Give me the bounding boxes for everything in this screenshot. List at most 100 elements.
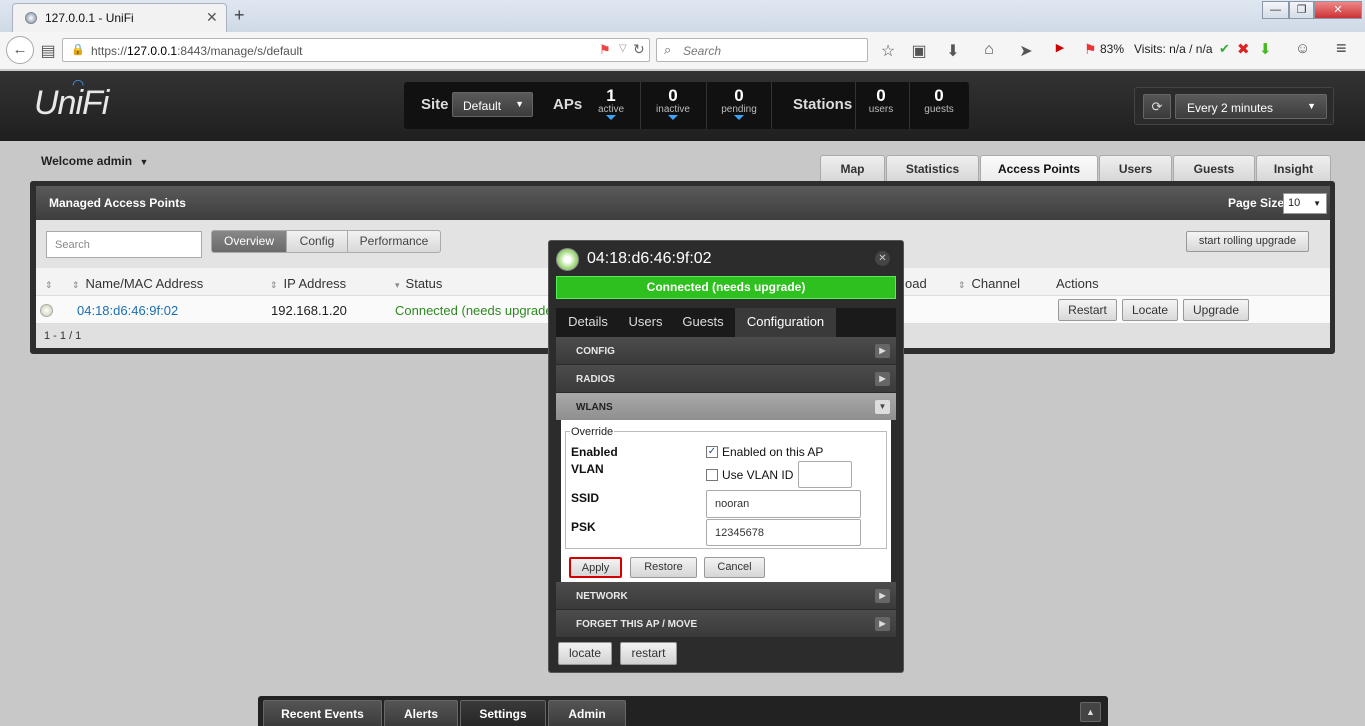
ext-percent: 83% bbox=[1100, 42, 1125, 56]
bookmark-star-icon[interactable]: ☆ bbox=[878, 41, 898, 61]
maximize-window-button[interactable]: ❐ bbox=[1289, 1, 1314, 19]
chevron-right-icon: ▶ bbox=[875, 617, 890, 631]
col-name-mac[interactable]: ⇕ Name/MAC Address bbox=[72, 276, 203, 291]
close-tab-icon[interactable]: ✕ bbox=[206, 9, 218, 26]
col-status[interactable]: ▾ Status bbox=[395, 276, 442, 291]
rolling-upgrade-button[interactable]: start rolling upgrade bbox=[1186, 231, 1309, 252]
tab-access-points[interactable]: Access Points bbox=[980, 155, 1098, 182]
refresh-icon[interactable]: ⟳ bbox=[1143, 94, 1171, 119]
psk-label: PSK bbox=[571, 520, 596, 534]
new-tab-icon[interactable]: + bbox=[234, 5, 245, 26]
stations-label: Stations bbox=[793, 96, 853, 113]
welcome-menu[interactable]: Welcome admin ▼ bbox=[41, 154, 148, 168]
psk-input[interactable]: 12345678 bbox=[706, 519, 861, 546]
popup-locate-button[interactable]: locate bbox=[558, 642, 612, 665]
tab-map[interactable]: Map bbox=[820, 155, 885, 182]
stations-guests-label: guests bbox=[924, 104, 954, 115]
menu-icon[interactable]: ≡ bbox=[1336, 38, 1347, 59]
vlan-checkbox[interactable] bbox=[706, 469, 718, 481]
connection-status-bar: Connected (needs upgrade) bbox=[556, 276, 896, 299]
send-icon[interactable]: ➤ bbox=[1016, 41, 1036, 61]
page-size-select[interactable]: 10 ▼ bbox=[1283, 193, 1327, 214]
tab-alerts[interactable]: Alerts bbox=[384, 700, 458, 726]
stations-users-count[interactable]: 0 bbox=[856, 86, 906, 106]
stations-guests-count[interactable]: 0 bbox=[914, 86, 964, 106]
youtube-icon[interactable]: ▶ bbox=[1050, 41, 1070, 54]
history-icon[interactable]: ▤ bbox=[38, 41, 58, 61]
close-window-button[interactable]: ✕ bbox=[1314, 1, 1362, 19]
enabled-checkbox[interactable]: ✓ bbox=[706, 446, 718, 458]
restart-button[interactable]: Restart bbox=[1058, 299, 1117, 321]
ssid-label: SSID bbox=[571, 491, 600, 505]
section-forget-move[interactable]: FORGET THIS AP / MOVE ▶ bbox=[556, 610, 896, 638]
tab-details[interactable]: Details bbox=[558, 308, 618, 337]
ext-green-icon[interactable]: ✔ bbox=[1219, 41, 1230, 57]
url-bar[interactable]: 🔒 https://127.0.0.1:8443/manage/s/defaul… bbox=[62, 38, 650, 62]
popup-restart-button[interactable]: restart bbox=[620, 642, 677, 665]
tab-users[interactable]: Users bbox=[1099, 155, 1172, 182]
vlan-id-input[interactable] bbox=[798, 461, 852, 488]
aps-inactive-label: inactive bbox=[656, 104, 690, 115]
ext-red-x-icon[interactable]: ✖ bbox=[1237, 40, 1250, 58]
chevron-down-icon: ▼ bbox=[1307, 101, 1316, 111]
upgrade-button[interactable]: Upgrade bbox=[1183, 299, 1249, 321]
tab-users[interactable]: Users bbox=[620, 308, 671, 337]
chevron-right-icon: ▶ bbox=[875, 372, 890, 386]
tab-configuration[interactable]: Configuration bbox=[735, 308, 836, 337]
section-radios[interactable]: RADIOS ▶ bbox=[556, 365, 896, 393]
aps-active-count[interactable]: 1 bbox=[586, 86, 636, 106]
close-icon[interactable]: ✕ bbox=[875, 251, 890, 266]
locate-button[interactable]: Locate bbox=[1122, 299, 1178, 321]
cancel-button[interactable]: Cancel bbox=[704, 557, 765, 578]
tab-insight[interactable]: Insight bbox=[1256, 155, 1331, 182]
browser-search-box[interactable]: ⌕ Search bbox=[656, 38, 868, 62]
restore-button[interactable]: Restore bbox=[630, 557, 697, 578]
col-actions: Actions bbox=[1056, 276, 1099, 291]
tab-admin[interactable]: Admin bbox=[548, 700, 626, 726]
tab-guests[interactable]: Guests bbox=[673, 308, 733, 337]
inactive-arrow-icon bbox=[668, 115, 678, 120]
section-wlans[interactable]: WLANS ▼ bbox=[556, 393, 896, 421]
ap-name-link[interactable]: 04:18:d6:46:9f:02 bbox=[77, 303, 178, 318]
tab-statistics[interactable]: Statistics bbox=[886, 155, 979, 182]
favicon-icon bbox=[25, 12, 37, 24]
aps-pending-count[interactable]: 0 bbox=[714, 86, 764, 106]
view-config[interactable]: Config bbox=[286, 230, 348, 253]
reading-list-icon[interactable]: ▣ bbox=[909, 41, 929, 61]
browser-tab-title: 127.0.0.1 - UniFi bbox=[45, 11, 134, 25]
apply-button[interactable]: Apply bbox=[569, 557, 622, 578]
ap-search-input[interactable]: Search bbox=[46, 231, 202, 258]
reload-icon[interactable]: ↻ bbox=[633, 41, 645, 58]
back-button[interactable]: ← bbox=[6, 36, 34, 64]
minimize-window-button[interactable]: — bbox=[1262, 1, 1289, 19]
refresh-interval-select[interactable]: Every 2 minutes ▼ bbox=[1175, 94, 1327, 119]
downloads-icon[interactable]: ⬇ bbox=[943, 41, 963, 61]
view-performance[interactable]: Performance bbox=[347, 230, 441, 253]
ext-download-icon[interactable]: ⬇ bbox=[1259, 40, 1272, 58]
tab-settings[interactable]: Settings bbox=[460, 700, 546, 726]
col-load[interactable]: oad bbox=[905, 276, 927, 291]
flag-icon[interactable]: ⚑ bbox=[599, 42, 611, 58]
col-channel[interactable]: ⇕ Channel bbox=[958, 276, 1020, 291]
panel-header: Managed Access Points bbox=[36, 186, 1330, 220]
site-select[interactable]: Default ▼ bbox=[452, 92, 533, 117]
chevron-up-icon[interactable]: ▲ bbox=[1080, 702, 1101, 722]
search-icon: ⌕ bbox=[664, 42, 672, 57]
chevron-right-icon: ▶ bbox=[875, 344, 890, 358]
unifi-logo[interactable]: UniFi ◠ bbox=[34, 76, 109, 123]
smiley-icon[interactable]: ☺ bbox=[1295, 40, 1310, 57]
section-network[interactable]: NETWORK ▶ bbox=[556, 582, 896, 610]
dropdown-icon[interactable]: ▽ bbox=[619, 43, 627, 54]
home-icon[interactable]: ⌂ bbox=[979, 41, 999, 59]
view-overview[interactable]: Overview bbox=[211, 230, 287, 253]
ap-ip: 192.168.1.20 bbox=[271, 303, 347, 318]
flag-ext-icon[interactable]: ⚑ bbox=[1084, 41, 1097, 58]
ssid-input[interactable]: nooran bbox=[706, 490, 861, 518]
sort-all-icon[interactable]: ⇕ bbox=[45, 276, 59, 291]
col-ip-address[interactable]: ⇕ IP Address bbox=[270, 276, 346, 291]
section-config[interactable]: CONFIG ▶ bbox=[556, 337, 896, 365]
aps-inactive-count[interactable]: 0 bbox=[648, 86, 698, 106]
tab-recent-events[interactable]: Recent Events bbox=[263, 700, 382, 726]
tab-guests[interactable]: Guests bbox=[1173, 155, 1255, 182]
browser-tab[interactable]: 127.0.0.1 - UniFi ✕ bbox=[12, 3, 227, 32]
